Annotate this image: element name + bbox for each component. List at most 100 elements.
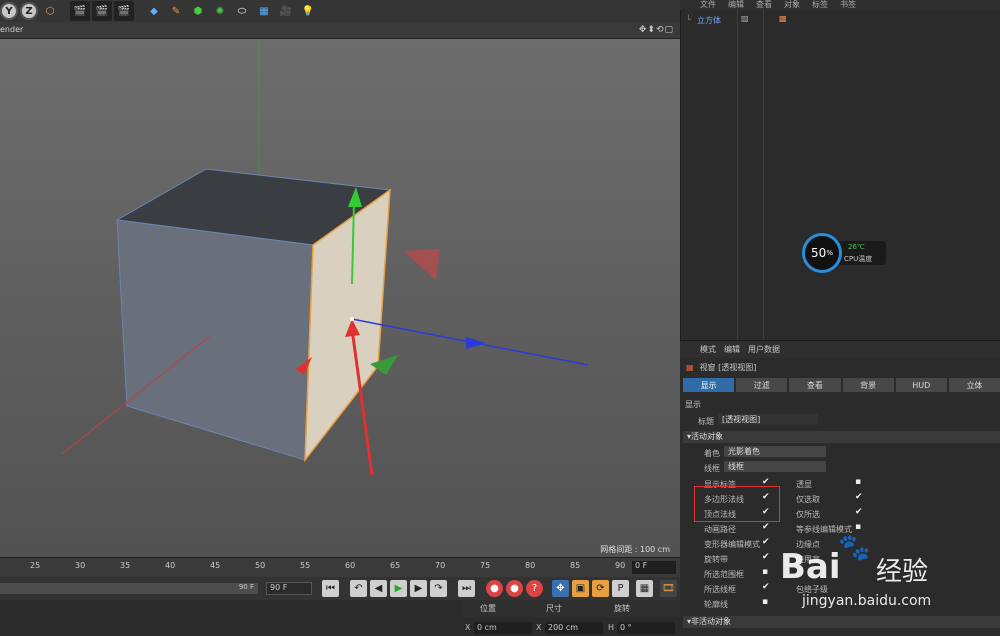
coordinate-row: X 0 cm X 200 cm H 0 ° — [462, 620, 680, 636]
go-to-end-icon[interactable]: ⏭ — [458, 580, 475, 597]
prev-key-icon[interactable]: ↶ — [350, 580, 367, 597]
pla-key-icon[interactable]: ▦ — [636, 580, 653, 597]
tab-background[interactable]: 背景 — [842, 378, 894, 392]
autokey-icon[interactable]: ● — [506, 580, 523, 597]
active-object-section[interactable]: ▾活动对象 — [683, 431, 1000, 443]
menu-user-data[interactable]: 用户数据 — [748, 344, 780, 355]
check-rotation-band[interactable]: ✔ — [762, 553, 771, 562]
tick-label: 90 — [615, 561, 626, 570]
prev-frame-icon[interactable]: ◀ — [370, 580, 387, 597]
opt-selection-box: 所选范围框 — [704, 570, 744, 579]
menu-tags[interactable]: 标签 — [812, 0, 828, 10]
size-x-label: X — [536, 623, 542, 632]
check-selection-wire[interactable]: ✔ — [762, 583, 771, 592]
cpu-monitor-widget: 26℃ CPU温度 50% — [802, 233, 886, 273]
object-item-cube[interactable]: 立方体 — [697, 15, 721, 26]
subdivision-icon[interactable]: ⬢ — [188, 1, 208, 21]
rotation-label: 旋转 — [614, 604, 630, 613]
annotation-highlight-box — [694, 486, 780, 522]
menu-edit-attr[interactable]: 编辑 — [724, 344, 740, 355]
array-icon[interactable]: ✺ — [210, 1, 230, 21]
attribute-tabs: 显示 过滤 查看 背景 HUD 立体 — [683, 378, 1000, 392]
perspective-viewport[interactable]: 网格间距 : 100 cm — [0, 39, 680, 557]
end-frame-field[interactable]: 90 F — [266, 582, 312, 595]
tab-filter[interactable]: 过滤 — [736, 378, 788, 392]
next-frame-icon[interactable]: ▶ — [410, 580, 427, 597]
watermark-brand: Bai — [780, 547, 841, 587]
watermark-brand2: 经验 — [876, 557, 929, 587]
position-label: 位置 — [480, 604, 496, 613]
position-x-field[interactable]: 0 cm — [474, 622, 532, 634]
cpu-temp: 26℃ — [848, 243, 865, 251]
render-settings-icon[interactable]: 🎬 — [114, 1, 134, 21]
coordinate-system-icon[interactable]: ⬡ — [40, 1, 60, 21]
menu-mode[interactable]: 模式 — [700, 344, 716, 355]
menu-view[interactable]: 查看 — [756, 0, 772, 10]
deformer-icon[interactable]: ⬭ — [232, 1, 252, 21]
tab-hud[interactable]: HUD — [895, 378, 947, 392]
check-deformer-edit[interactable]: ✔ — [762, 538, 771, 547]
playback-bar: 90 F 90 F ⏮ ↶ ◀ ▶ ▶ ↷ ⏭ ● ● ? ✥ ▣ ⟳ P ▦ … — [0, 577, 680, 600]
gizmo-center[interactable] — [350, 317, 354, 321]
rotate-handle-x[interactable] — [404, 249, 440, 281]
play-icon[interactable]: ▶ — [390, 580, 407, 597]
check-selection-box[interactable]: ▪ — [762, 568, 771, 577]
timeline-film-icon[interactable]: 🎞 — [660, 580, 677, 597]
tab-view[interactable]: 查看 — [789, 378, 841, 392]
x-axis-label: X — [465, 623, 471, 632]
axis-y-button[interactable]: Y — [0, 2, 18, 20]
check-animation-path[interactable]: ✔ — [762, 523, 771, 532]
wireframe-label: 线框 — [704, 464, 720, 473]
cpu-info: 26℃ CPU温度 — [838, 241, 886, 265]
viewport-menu-render[interactable]: ender — [0, 25, 23, 34]
tick-label: 80 — [525, 561, 536, 570]
opt-only-select: 仅选取 — [796, 495, 820, 504]
cube-icon[interactable]: ◆ — [144, 1, 164, 21]
next-key-icon[interactable]: ↷ — [430, 580, 447, 597]
attribute-title-bar: ▦ 视窗 [透视视图] — [680, 358, 1000, 376]
gizmo-z-arrow[interactable] — [466, 337, 486, 349]
scene-svg — [61, 39, 589, 476]
record-icon[interactable]: ● — [486, 580, 503, 597]
menu-bookmarks[interactable]: 书签 — [840, 0, 856, 10]
tick-label: 40 — [165, 561, 176, 570]
pen-icon[interactable]: ✎ — [166, 1, 186, 21]
keyframe-selection-icon[interactable]: ? — [526, 580, 543, 597]
shading-select[interactable]: 光影着色 — [724, 446, 826, 457]
menu-file[interactable]: 文件 — [700, 0, 716, 10]
check-outline[interactable]: ▪ — [762, 598, 771, 607]
title-field[interactable]: [透视视图] — [718, 414, 818, 425]
check-only-selected[interactable]: ✔ — [855, 508, 864, 517]
axis-z-button[interactable]: Z — [20, 2, 38, 20]
object-manager-menu: 文件 编辑 查看 对象 标签 书签 — [680, 0, 1000, 10]
texture-tag-icon[interactable]: ▩ — [779, 14, 787, 23]
light-icon[interactable]: 💡 — [298, 1, 318, 21]
menu-edit[interactable]: 编辑 — [728, 0, 744, 10]
viewport-nav-icons[interactable]: ✥⬍⟲▢ — [639, 25, 674, 35]
cpu-percent-unit: % — [826, 249, 833, 257]
move-key-icon[interactable]: ✥ — [552, 580, 569, 597]
scale-key-icon[interactable]: ▣ — [572, 580, 589, 597]
param-key-icon[interactable]: P — [612, 580, 629, 597]
check-only-select[interactable]: ✔ — [855, 493, 864, 502]
go-to-start-icon[interactable]: ⏮ — [322, 580, 339, 597]
check-xray[interactable]: ▪ — [855, 478, 864, 487]
layer-icon[interactable]: ▨ — [741, 14, 749, 23]
tab-display[interactable]: 显示 — [683, 378, 735, 392]
camera-icon[interactable]: 🎥 — [276, 1, 296, 21]
preview-range-field[interactable]: 90 F — [0, 583, 258, 594]
menu-object[interactable]: 对象 — [784, 0, 800, 10]
opt-selection-wire: 所选线框 — [704, 585, 736, 594]
wireframe-select[interactable]: 线框 — [724, 461, 826, 472]
size-x-field[interactable]: 200 cm — [545, 622, 603, 634]
render-picture-viewer-icon[interactable]: 🎬 — [92, 1, 112, 21]
floor-icon[interactable]: ▦ — [254, 1, 274, 21]
viewport-settings-icon: ▦ — [686, 362, 694, 372]
render-view-icon[interactable]: 🎬 — [70, 1, 90, 21]
timeline-ruler[interactable]: 25 30 35 40 45 50 55 60 65 70 75 80 85 9… — [0, 557, 680, 577]
current-frame-field[interactable]: 0 F — [632, 561, 676, 574]
tab-stereo[interactable]: 立体 — [948, 378, 1000, 392]
heading-field[interactable]: 0 ° — [617, 622, 675, 634]
rotate-key-icon[interactable]: ⟳ — [592, 580, 609, 597]
opt-rotation-band: 旋转带 — [704, 555, 728, 564]
